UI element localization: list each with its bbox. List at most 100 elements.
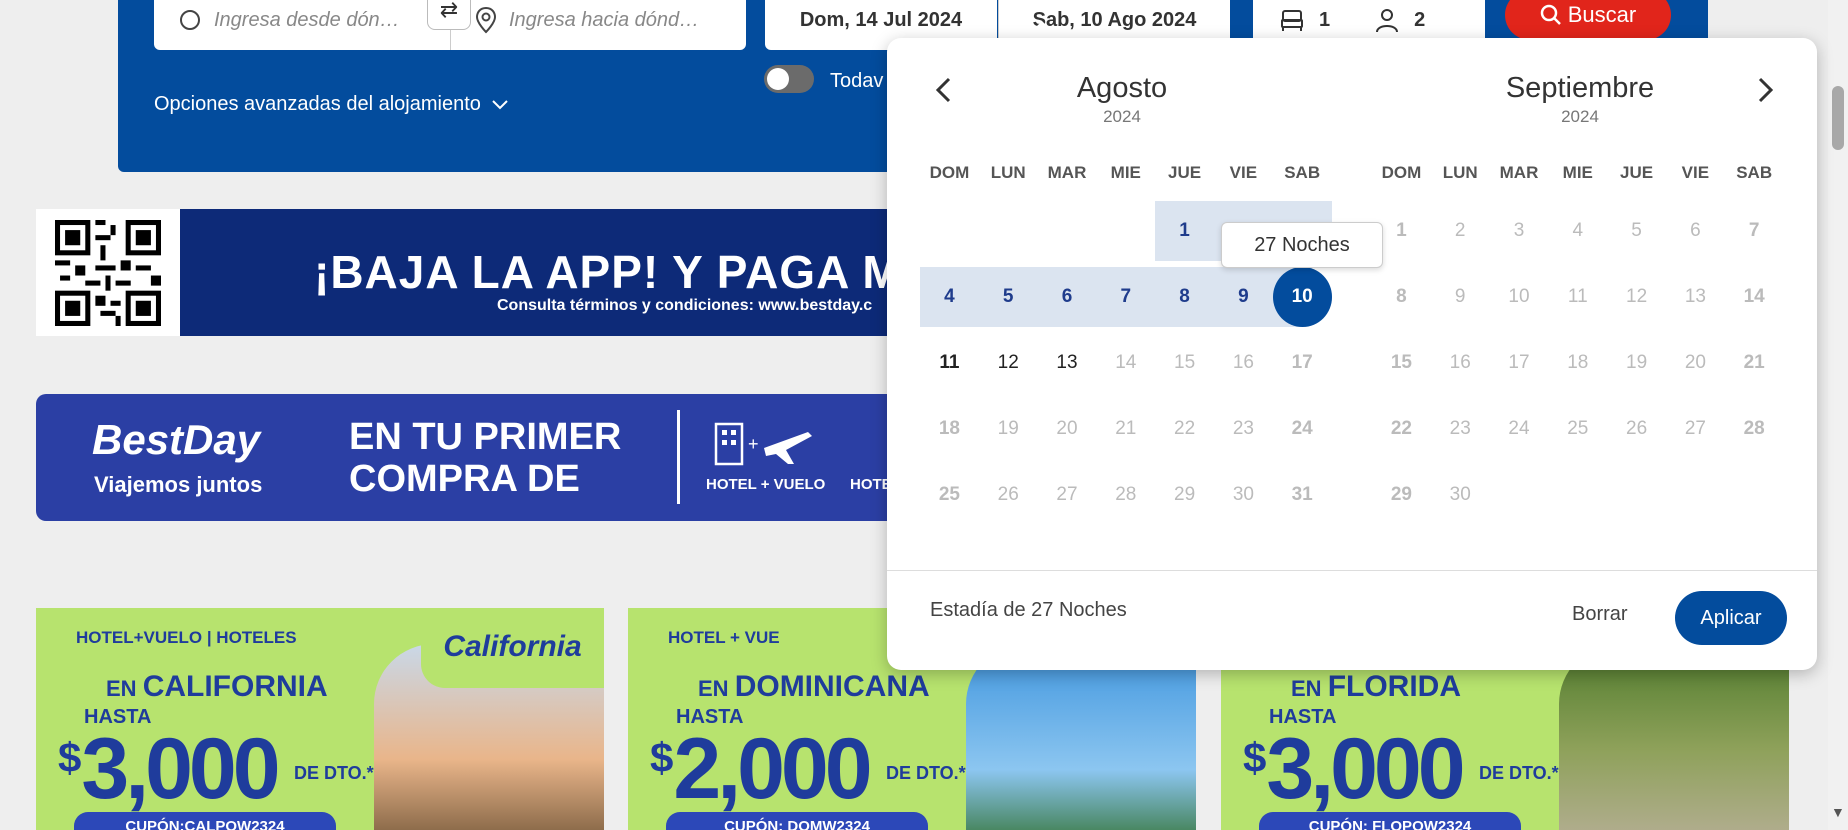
calendar-day: 19 (1626, 352, 1648, 373)
month-header-september: Septiembre 2024 (1380, 72, 1780, 127)
weekday-label: MAR (1047, 163, 1087, 182)
bestday-tagline: Viajemos juntos (94, 472, 263, 497)
promo-discount: DE DTO.* (886, 763, 966, 783)
bestday-promo-banner[interactable]: BestDay Viajemos juntos EN TU PRIMER COM… (36, 394, 936, 521)
promo-amount: $3,000 (1243, 721, 1466, 817)
scroll-down-arrow-icon[interactable]: ▼ (1831, 804, 1845, 820)
calendar-day[interactable]: 8 (1155, 267, 1214, 327)
calendar-day[interactable]: 7 (1096, 267, 1156, 327)
calendar-day: 23 (1232, 418, 1254, 439)
calendar-empty-cell (979, 201, 1038, 261)
calendar-day: 20 (1684, 352, 1706, 373)
calendar-day: 26 (1626, 418, 1648, 439)
hotel-plane-icon: + (714, 422, 812, 466)
promo-en: EN (106, 676, 137, 701)
calendar-day: 17 (1508, 352, 1530, 373)
calendar-day: 7 (1748, 220, 1760, 241)
calendar-day: 16 (1232, 352, 1254, 373)
promo-products: HOTEL+VUELO | HOTELES (76, 628, 297, 647)
weekday-label: VIE (1681, 163, 1710, 182)
calendar-day: 30 (1449, 484, 1471, 505)
apply-button[interactable]: Aplicar (1675, 591, 1787, 645)
weekday-label: DOM (1381, 163, 1422, 182)
hotel-label-partial: HOTE (850, 476, 892, 493)
calendar-day: 22 (1390, 418, 1412, 439)
qr-code-icon (55, 219, 161, 326)
calendar-day[interactable]: 5 (978, 267, 1038, 327)
calendar-day[interactable]: 4 (920, 267, 979, 327)
promo-destination: EN CALIFORNIA (106, 670, 328, 704)
calendar-grid-august: DOMLUNMARMIEJUEVIESAB1234567891011121314… (920, 148, 1332, 528)
promo-coupon: CUPÓN:CALPOW2324 (74, 812, 336, 830)
weekday-label: SAB (1736, 163, 1773, 182)
calendar-day: 14 (1743, 286, 1765, 307)
calendar-day: 24 (1508, 418, 1530, 439)
calendar-day[interactable]: 13 (1038, 333, 1097, 393)
week-row: 22 23 24 25 26 27 28 (1372, 396, 1784, 462)
calendar-day: 9 (1454, 286, 1466, 307)
advanced-options-toggle[interactable]: Opciones avanzadas del alojamiento (154, 93, 509, 116)
calendar-day[interactable]: 1 (1155, 201, 1214, 261)
person-icon (1376, 9, 1399, 33)
promo-card-california[interactable]: HOTEL+VUELO | HOTELES EN CALIFORNIA HAST… (36, 608, 604, 830)
bestday-headline: EN TU PRIMER COMPRA DE (349, 416, 621, 500)
calendar-empty-cell (920, 201, 979, 261)
destination-field[interactable]: Ingresa hacia dónd… (450, 0, 746, 50)
weekday-label: MIE (1110, 163, 1141, 182)
calendar-day: 12 (1626, 286, 1648, 307)
month-year: 2024 (1561, 107, 1599, 126)
weekday-label: MAR (1499, 163, 1539, 182)
nights-tooltip: 27 Noches (1221, 222, 1383, 268)
kayak-photo (1559, 644, 1789, 830)
calendar-day: 15 (1390, 352, 1412, 373)
weekday-label: DOM (929, 163, 970, 182)
week-row: 1234567 (1372, 198, 1784, 264)
promo-en: EN (698, 676, 729, 701)
calendar-day: 29 (1174, 484, 1196, 505)
calendar-day: 21 (1115, 418, 1137, 439)
weekday-label: JUE (1620, 163, 1654, 182)
toggle-switch[interactable] (764, 65, 814, 93)
week-row: 18 19 20 21 22 23 24 (920, 396, 1332, 462)
calendar-day: 11 (1567, 286, 1588, 307)
month-name: Septiembre (1505, 72, 1655, 104)
calendar-empty-cell (1038, 201, 1097, 261)
calendar-day[interactable]: 12 (979, 333, 1038, 393)
weekday-label: MIE (1562, 163, 1593, 182)
calendar-day: 18 (1567, 352, 1589, 373)
calendar-day: 23 (1449, 418, 1471, 439)
weekday-header: DOM LUN MAR MIE JUE VIE SAB (920, 148, 1332, 198)
promo-products: HOTEL + VUE (668, 628, 780, 647)
calendar-day: 28 (1743, 418, 1765, 439)
app-download-banner[interactable]: ¡BAJA LA APP! Y PAGA M Consulta términos… (36, 209, 936, 336)
calendar-day: 17 (1291, 352, 1313, 373)
promo-destination: EN FLORIDA (1291, 670, 1461, 704)
calendar-day[interactable]: 9 (1213, 267, 1273, 327)
weekday-label: JUE (1168, 163, 1202, 182)
search-icon (1540, 4, 1561, 25)
swap-icon[interactable]: ⇄ (427, 0, 471, 30)
promo-discount: DE DTO.* (1479, 763, 1559, 783)
selected-checkout-day[interactable]: 10 (1272, 267, 1332, 327)
calendar-day[interactable]: 10 (1272, 267, 1332, 327)
calendar-day[interactable]: 6 (1037, 267, 1097, 327)
promo-place: FLORIDA (1327, 670, 1462, 703)
clear-button[interactable]: Borrar (1572, 603, 1628, 626)
scrollbar-thumb[interactable] (1832, 86, 1844, 150)
calendar-empty-cell (1096, 201, 1155, 261)
origin-field[interactable]: Ingresa desde dón… (154, 0, 454, 50)
calendar-day: 22 (1174, 418, 1196, 439)
rooms-count: 1 (1319, 8, 1331, 31)
calendar-day[interactable]: 11 (920, 333, 979, 393)
week-row: 11 12 13 14 15 16 17 (920, 330, 1332, 396)
calendar-empty-cell (1490, 465, 1549, 525)
promo-amount-value: 3,000 (81, 721, 280, 817)
month-year: 2024 (1103, 107, 1141, 126)
calendar-day: 27 (1056, 484, 1078, 505)
weekday-header: DOM LUN MAR MIE JUE VIE SAB (1372, 148, 1784, 198)
stay-summary: Estadía de 27 Noches (930, 599, 1127, 621)
promo-en: EN (1291, 676, 1322, 701)
calendar-day: 6 (1690, 220, 1701, 241)
weekday-label: VIE (1229, 163, 1258, 182)
search-button[interactable]: Buscar (1505, 0, 1671, 40)
